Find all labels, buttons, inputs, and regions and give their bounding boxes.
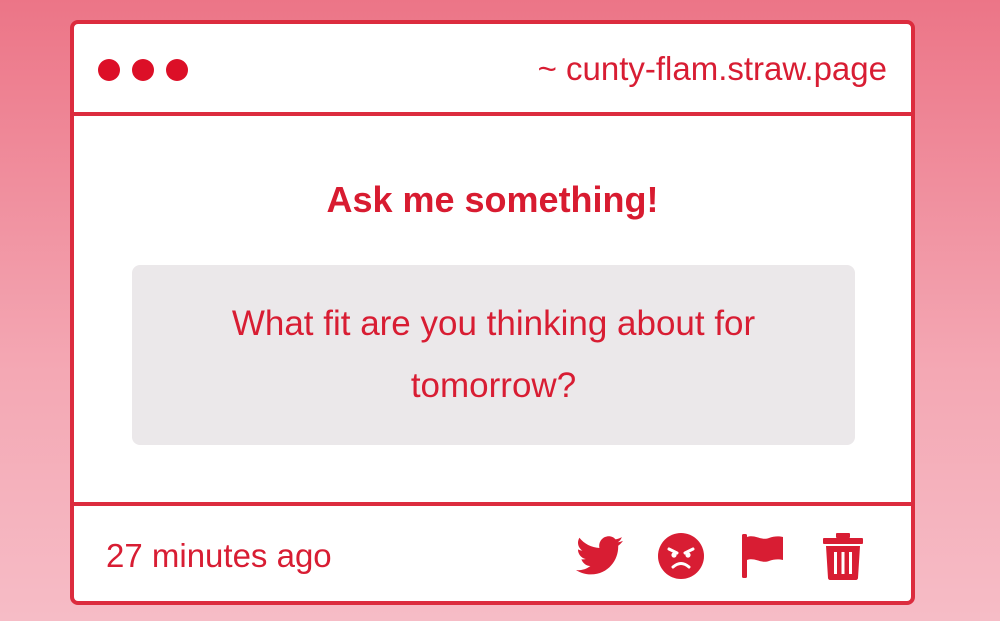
- window-controls: [98, 59, 188, 81]
- share-twitter-button[interactable]: [576, 532, 624, 580]
- page-title: Ask me something!: [326, 179, 659, 220]
- report-flag-button[interactable]: [738, 532, 786, 580]
- timestamp: 27 minutes ago: [106, 537, 332, 574]
- react-angry-button[interactable]: [657, 532, 705, 580]
- window-titlebar: ~ cunty-flam.straw.page: [74, 24, 911, 116]
- twitter-icon: [576, 536, 624, 575]
- question-card: ~ cunty-flam.straw.page Ask me something…: [70, 20, 915, 605]
- window-dot-3: [166, 59, 188, 81]
- page-url[interactable]: ~ cunty-flam.straw.page: [538, 49, 887, 89]
- question-text: What fit are you thinking about for tomo…: [231, 304, 756, 405]
- trash-icon: [823, 533, 863, 580]
- action-bar: [576, 532, 867, 580]
- angry-face-icon: [658, 533, 704, 579]
- question-box: What fit are you thinking about for tomo…: [132, 265, 855, 445]
- delete-button[interactable]: [819, 532, 867, 580]
- flag-icon: [742, 534, 783, 578]
- card-footer: 27 minutes ago: [74, 502, 911, 601]
- window-dot-1: [98, 59, 120, 81]
- question-area: Ask me something! What fit are you think…: [74, 116, 911, 502]
- window-dot-2: [132, 59, 154, 81]
